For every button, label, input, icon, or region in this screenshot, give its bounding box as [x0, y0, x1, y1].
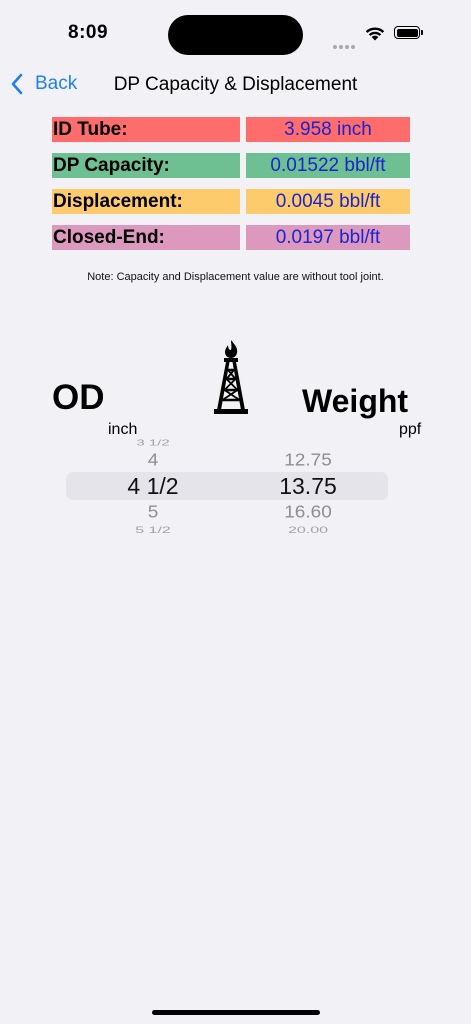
weight-option-selected[interactable]: 13.75	[238, 474, 378, 499]
displacement-label: Displacement:	[52, 189, 240, 214]
id-tube-value: 3.958 inch	[246, 117, 410, 142]
od-weight-picker[interactable]: 3 1/2 4 4 1/2 5 5 1/2 12.75 13.75 16.60 …	[66, 432, 388, 542]
battery-icon	[394, 26, 423, 40]
oil-rig-icon	[213, 340, 249, 421]
home-indicator[interactable]	[152, 1010, 320, 1015]
displacement-value: 0.0045 bbl/ft	[246, 189, 410, 214]
dp-capacity-label: DP Capacity:	[52, 153, 240, 178]
weight-option[interactable]: 12.75	[238, 452, 378, 470]
page-title: DP Capacity & Displacement	[113, 74, 358, 95]
status-time: 8:09	[68, 22, 109, 43]
od-heading: OD	[52, 378, 105, 417]
id-tube-label: ID Tube:	[52, 117, 240, 142]
closed-end-label: Closed-End:	[52, 225, 240, 250]
cellular-signal-icon	[333, 36, 357, 49]
od-picker-wheel[interactable]: 3 1/2 4 4 1/2 5 5 1/2	[83, 432, 223, 542]
dp-capacity-row: DP Capacity: 0.01522 bbl/ft	[52, 153, 410, 178]
weight-unit: ppf	[399, 421, 422, 438]
wifi-icon	[364, 24, 386, 46]
closed-end-row: Closed-End: 0.0197 bbl/ft	[52, 225, 410, 250]
closed-end-value: 0.0197 bbl/ft	[246, 225, 410, 250]
od-option[interactable]: 4	[83, 452, 223, 470]
dynamic-island	[168, 15, 303, 55]
note-text: Note: Capacity and Displacement value ar…	[87, 271, 384, 283]
displacement-row: Displacement: 0.0045 bbl/ft	[52, 189, 410, 214]
weight-picker-wheel[interactable]: 12.75 13.75 16.60 20.00	[238, 432, 378, 542]
weight-heading: Weight	[302, 383, 409, 419]
od-option-selected[interactable]: 4 1/2	[83, 474, 223, 499]
weight-option[interactable]: 16.60	[238, 504, 378, 522]
dp-capacity-value: 0.01522 bbl/ft	[246, 153, 410, 178]
id-tube-row: ID Tube: 3.958 inch	[52, 117, 410, 142]
od-option[interactable]: 5	[83, 504, 223, 522]
od-option[interactable]: 5 1/2	[83, 526, 223, 536]
od-option[interactable]: 3 1/2	[83, 439, 223, 447]
weight-option[interactable]: 20.00	[238, 526, 378, 536]
